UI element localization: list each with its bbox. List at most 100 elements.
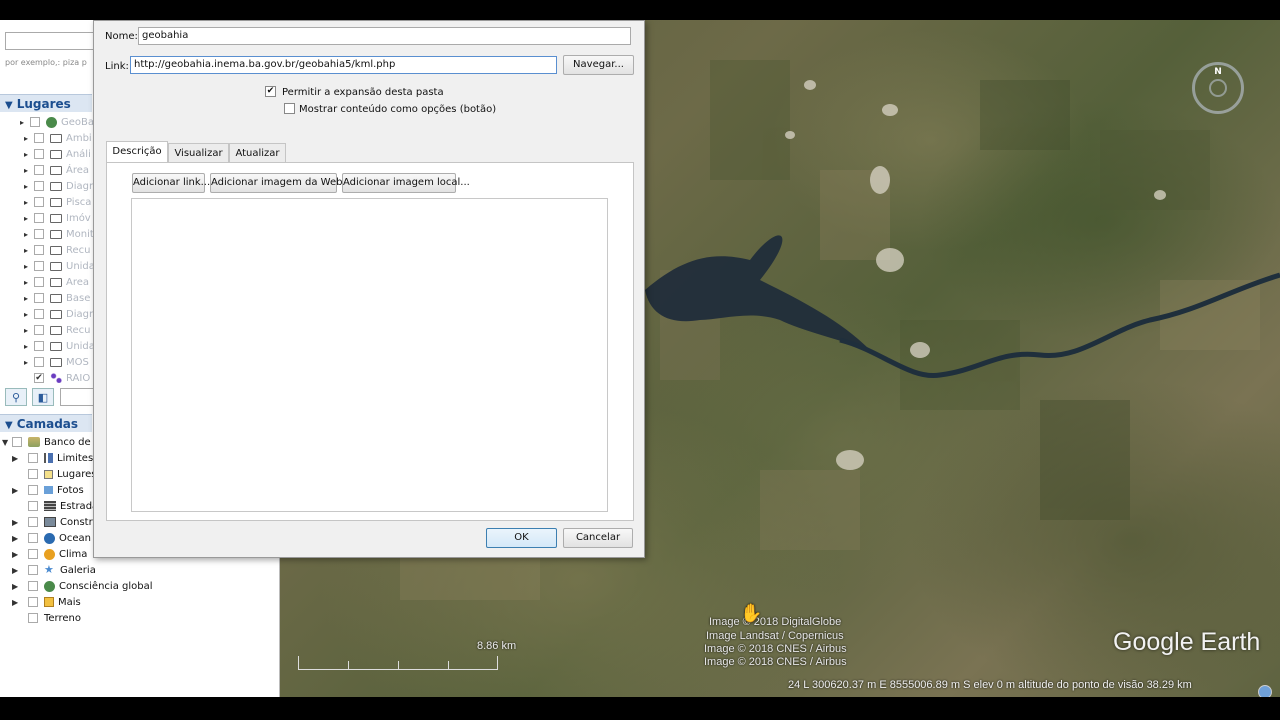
places-tree-item[interactable]: ▸ Área — [24, 163, 89, 179]
tab-atualizar[interactable]: Atualizar — [229, 143, 286, 163]
place-visibility-checkbox[interactable] — [34, 341, 44, 351]
place-visibility-checkbox[interactable] — [34, 165, 44, 175]
places-tree-item[interactable]: ▸ Recu — [24, 243, 91, 259]
places-search-input[interactable] — [60, 388, 95, 406]
expand-arrow-icon[interactable]: ▶ — [12, 531, 22, 547]
layer-visibility-checkbox[interactable] — [28, 485, 38, 495]
expand-arrow-icon[interactable]: ▸ — [24, 131, 34, 147]
layer-visibility-checkbox[interactable] — [28, 533, 38, 543]
layers-header[interactable]: ▼ Camadas — [0, 414, 92, 432]
allow-expand-checkbox[interactable]: ✔ — [265, 86, 276, 97]
place-visibility-checkbox[interactable] — [34, 181, 44, 191]
layer-tree-item[interactable]: Terreno — [12, 611, 81, 627]
expand-arrow-icon[interactable]: ▸ — [24, 307, 34, 323]
tab-visualizar[interactable]: Visualizar — [168, 143, 229, 163]
layer-visibility-checkbox[interactable] — [28, 517, 38, 527]
expand-arrow-icon[interactable]: ▸ — [24, 259, 34, 275]
name-field[interactable]: geobahia — [138, 27, 631, 45]
add-local-image-button[interactable]: Adicionar imagem local... — [342, 173, 470, 193]
expand-arrow-icon[interactable]: ▸ — [24, 179, 34, 195]
places-tree-item[interactable]: ▸ Pisca — [24, 195, 91, 211]
place-visibility-checkbox[interactable] — [34, 309, 44, 319]
layer-visibility-checkbox[interactable] — [28, 453, 38, 463]
layer-visibility-checkbox[interactable] — [28, 565, 38, 575]
places-tree-item[interactable]: ▸ Area — [24, 275, 89, 291]
ok-button[interactable]: OK — [486, 528, 557, 548]
place-visibility-checkbox[interactable] — [34, 245, 44, 255]
places-tree-item[interactable]: ▸ Diagr — [24, 179, 93, 195]
layer-tree-item[interactable]: ▶ Clima — [12, 547, 87, 563]
places-tree-item[interactable]: ▸ Diagr — [24, 307, 93, 323]
expand-arrow-icon[interactable]: ▶ — [12, 595, 22, 611]
expand-arrow-icon[interactable]: ▶ — [12, 563, 22, 579]
layer-tree-item[interactable]: ▶ Ocean — [12, 531, 91, 547]
layer-visibility-checkbox[interactable] — [28, 549, 38, 559]
tab-descricao[interactable]: Descrição — [106, 141, 168, 163]
expand-arrow-icon[interactable]: ▸ — [24, 243, 34, 259]
places-tree-item[interactable]: ▸ Unida — [24, 339, 95, 355]
expand-arrow-icon[interactable]: ▶ — [12, 451, 22, 467]
places-tree-item[interactable]: ▸ GeoBah — [20, 115, 100, 131]
link-field[interactable]: http://geobahia.inema.ba.gov.br/geobahia… — [130, 56, 557, 74]
places-tree-item[interactable]: ▸ Monit — [24, 227, 94, 243]
place-visibility-checkbox[interactable] — [34, 357, 44, 367]
place-visibility-checkbox[interactable] — [34, 229, 44, 239]
compass-control[interactable]: N — [1192, 62, 1244, 114]
layer-tree-item[interactable]: ▼ Banco de — [2, 435, 91, 451]
place-visibility-checkbox[interactable] — [34, 149, 44, 159]
search-input[interactable] — [5, 32, 100, 50]
expand-arrow-icon[interactable]: ▸ — [24, 339, 34, 355]
layer-visibility-checkbox[interactable] — [28, 597, 38, 607]
expand-arrow-icon[interactable]: ▸ — [24, 195, 34, 211]
layer-tree-item[interactable]: ▶ Fotos — [12, 483, 84, 499]
expand-arrow-icon[interactable]: ▸ — [24, 275, 34, 291]
description-textarea[interactable] — [131, 198, 608, 512]
place-visibility-checkbox[interactable]: ✔ — [34, 373, 44, 383]
layer-visibility-checkbox[interactable] — [12, 437, 22, 447]
layer-visibility-checkbox[interactable] — [28, 469, 38, 479]
expand-arrow-icon[interactable]: ▸ — [24, 291, 34, 307]
expand-arrow-icon[interactable]: ▸ — [24, 323, 34, 339]
layer-tree-item[interactable]: ▶ Limites — [12, 451, 93, 467]
expand-arrow-icon[interactable]: ▸ — [24, 355, 34, 371]
add-link-button[interactable]: Adicionar link... — [132, 173, 210, 193]
places-tree-item[interactable]: ▸ Análi — [24, 147, 91, 163]
layer-tree-item[interactable]: ▶ ★ Galeria — [12, 563, 96, 579]
layer-visibility-checkbox[interactable] — [28, 613, 38, 623]
info-icon[interactable] — [1258, 685, 1272, 697]
expand-arrow-icon[interactable]: ▸ — [20, 115, 30, 131]
places-tree-item[interactable]: ▸ Ambi — [24, 131, 92, 147]
layer-tree-item[interactable]: ▶ Mais — [12, 595, 81, 611]
place-visibility-checkbox[interactable] — [34, 293, 44, 303]
place-visibility-checkbox[interactable] — [34, 261, 44, 271]
place-visibility-checkbox[interactable] — [34, 213, 44, 223]
expand-arrow-icon[interactable]: ▸ — [24, 227, 34, 243]
layer-tree-item[interactable]: Estrada — [12, 499, 98, 515]
expand-arrow-icon[interactable]: ▶ — [12, 579, 22, 595]
places-tree-item[interactable]: ▸ Recu — [24, 323, 91, 339]
expand-arrow-icon[interactable]: ▶ — [12, 547, 22, 563]
places-tree-item[interactable]: ▸ MOS — [24, 355, 89, 371]
layer-tree-item[interactable]: ▶ Consciência global — [12, 579, 153, 595]
places-tree-item[interactable]: ▸ Base — [24, 291, 90, 307]
add-web-image-button[interactable]: Adicionar imagem da Web... — [210, 173, 352, 193]
place-visibility-checkbox[interactable] — [34, 133, 44, 143]
expand-arrow-icon[interactable]: ▶ — [12, 515, 22, 531]
expand-arrow-icon[interactable]: ▼ — [2, 435, 12, 451]
show-as-options-checkbox[interactable] — [284, 103, 295, 114]
place-visibility-checkbox[interactable] — [34, 325, 44, 335]
expand-arrow-icon[interactable]: ▸ — [24, 147, 34, 163]
place-visibility-checkbox[interactable] — [34, 197, 44, 207]
panel-toggle-icon[interactable]: ◧ — [32, 388, 54, 406]
places-tree-item[interactable]: ▸ Imóv — [24, 211, 91, 227]
places-header[interactable]: ▼ Lugares — [0, 94, 92, 112]
cancel-button[interactable]: Cancelar — [563, 528, 633, 548]
layer-tree-item[interactable]: ▶ Constru — [12, 515, 99, 531]
places-tree-item[interactable]: ▸ Unida — [24, 259, 95, 275]
expand-arrow-icon[interactable]: ▸ — [24, 163, 34, 179]
expand-arrow-icon[interactable]: ▶ — [12, 483, 22, 499]
places-tree-item[interactable]: ✔ RAIO R — [24, 371, 100, 387]
place-visibility-checkbox[interactable] — [30, 117, 40, 127]
search-icon[interactable]: ⚲ — [5, 388, 27, 406]
layer-visibility-checkbox[interactable] — [28, 581, 38, 591]
